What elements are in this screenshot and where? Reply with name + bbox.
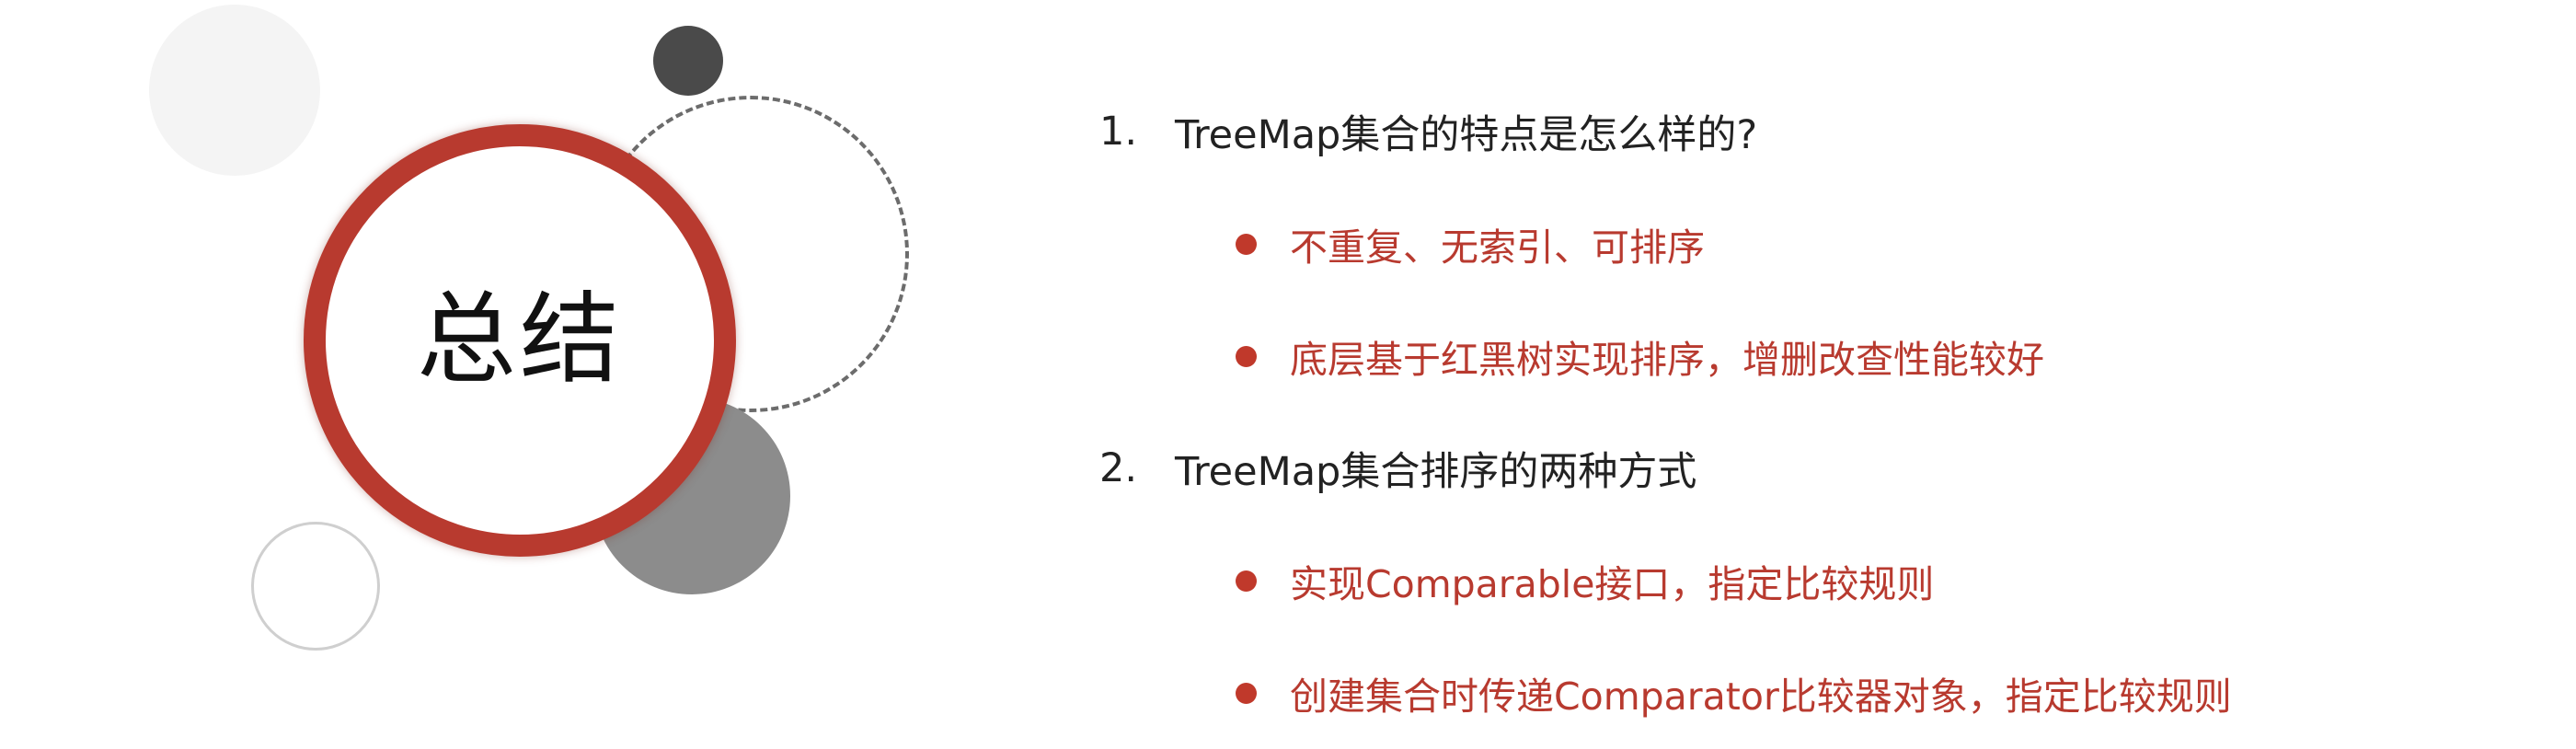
light-gray-circle-decoration: [149, 5, 320, 176]
summary-content: 1. TreeMap集合的特点是怎么样的? 不重复、无索引、可排序 底层基于红黑…: [1099, 99, 2479, 725]
bullet-text: 底层基于红黑树实现排序，增删改查性能较好: [1290, 338, 2044, 382]
bullet-text: 不重复、无索引、可排序: [1290, 225, 1705, 270]
question-2: 2. TreeMap集合排序的两种方式: [1099, 436, 2479, 501]
bullet-item: 实现Comparable接口，指定比较规则: [1236, 548, 2479, 613]
bullet-item: 底层基于红黑树实现排序，增删改查性能较好: [1236, 324, 2479, 388]
question-text: TreeMap集合的特点是怎么样的?: [1175, 112, 1758, 158]
bullet-item: 创建集合时传递Comparator比较器对象，指定比较规则: [1236, 661, 2479, 725]
question-number: 1.: [1099, 109, 1138, 155]
dark-circle-decoration: [653, 26, 723, 96]
bullet-dot-icon: [1236, 570, 1257, 592]
bullet-text: 实现Comparable接口，指定比较规则: [1290, 562, 1935, 606]
bullet-dot-icon: [1236, 345, 1257, 367]
question-number: 2.: [1099, 445, 1138, 491]
bullet-text: 创建集合时传递Comparator比较器对象，指定比较规则: [1290, 674, 2232, 719]
title-ring: 总结: [304, 124, 736, 557]
bullet-dot-icon: [1236, 682, 1257, 704]
bullet-dot-icon: [1236, 233, 1257, 255]
question-1: 1. TreeMap集合的特点是怎么样的?: [1099, 99, 2479, 164]
slide-title: 总结: [416, 282, 623, 398]
question-text: TreeMap集合排序的两种方式: [1175, 449, 1697, 495]
outline-circle-decoration: [251, 522, 380, 651]
bullet-item: 不重复、无索引、可排序: [1236, 212, 2479, 276]
summary-slide: 总结 1. TreeMap集合的特点是怎么样的? 不重复、无索引、可排序 底层基…: [0, 0, 2576, 749]
